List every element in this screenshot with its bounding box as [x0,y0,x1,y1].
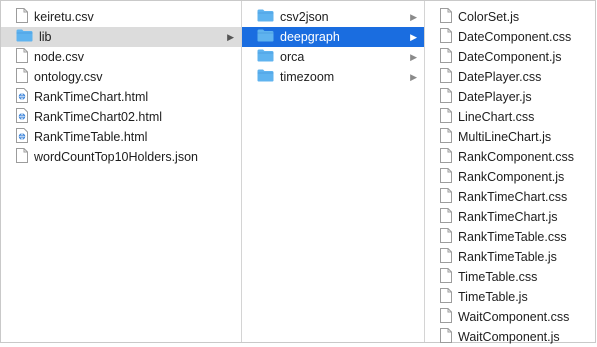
document-icon [16,148,28,166]
root-item[interactable]: RankTimeChart.html [1,87,241,107]
disclosure-arrow-icon: ▶ [410,32,417,42]
root-item[interactable]: wordCountTop10Holders.json [1,147,241,167]
item-label: deepgraph [280,30,340,44]
deepgraph-item[interactable]: RankTimeTable.css [425,227,597,247]
lib-item[interactable]: timezoom ▶ [242,67,424,87]
item-label: TimeTable.css [458,270,538,284]
column-root[interactable]: keiretu.csv lib ▶ node.csv ontology.csv RankT… [1,1,242,342]
deepgraph-item[interactable]: RankComponent.css [425,147,597,167]
item-label: RankComponent.css [458,150,575,164]
lib-item[interactable]: csv2json ▶ [242,7,424,27]
folder-icon [257,49,274,65]
item-label: csv2json [280,10,329,24]
disclosure-arrow-icon: ▶ [410,12,417,22]
item-label: orca [280,50,305,64]
root-item[interactable]: RankTimeChart02.html [1,107,241,127]
document-icon [440,328,452,346]
item-label: DatePlayer.js [458,90,532,104]
folder-icon [16,29,33,45]
document-icon [440,248,452,266]
document-icon [440,48,452,66]
document-icon [440,8,452,26]
deepgraph-item[interactable]: RankComponent.js [425,167,597,187]
item-label: RankTimeChart.js [458,210,558,224]
deepgraph-item[interactable]: ColorSet.js [425,7,597,27]
root-item[interactable]: keiretu.csv [1,7,241,27]
deepgraph-item[interactable]: DatePlayer.js [425,87,597,107]
lib-item[interactable]: orca ▶ [242,47,424,67]
item-label: lib [39,30,52,44]
lib-item[interactable]: deepgraph ▶ [242,27,424,47]
item-label: ontology.csv [34,70,103,84]
document-icon [440,168,452,186]
document-icon [440,228,452,246]
deepgraph-item[interactable]: TimeTable.css [425,267,597,287]
deepgraph-item[interactable]: MultiLineChart.js [425,127,597,147]
item-label: TimeTable.js [458,290,528,304]
deepgraph-item[interactable]: LineChart.css [425,107,597,127]
item-label: DatePlayer.css [458,70,542,84]
deepgraph-item[interactable]: RankTimeChart.js [425,207,597,227]
item-label: ColorSet.js [458,10,520,24]
document-icon [440,128,452,146]
document-icon [440,268,452,286]
deepgraph-item[interactable]: RankTimeTable.js [425,247,597,267]
document-icon [440,68,452,86]
item-label: RankTimeTable.js [458,250,557,264]
item-label: DateComponent.js [458,50,562,64]
finder-column-view: keiretu.csv lib ▶ node.csv ontology.csv RankT… [0,0,597,344]
item-label: wordCountTop10Holders.json [34,150,198,164]
deepgraph-item[interactable]: DateComponent.css [425,27,597,47]
document-icon [440,188,452,206]
item-label: RankTimeTable.css [458,230,567,244]
document-icon [440,148,452,166]
document-icon [16,8,28,26]
document-icon [440,208,452,226]
root-item[interactable]: lib ▶ [1,27,241,47]
item-label: MultiLineChart.js [458,130,552,144]
item-label: keiretu.csv [34,10,94,24]
document-icon [440,88,452,106]
deepgraph-item[interactable]: TimeTable.js [425,287,597,307]
document-icon [16,48,28,66]
root-item[interactable]: node.csv [1,47,241,67]
document-icon [440,308,452,326]
folder-icon [257,29,274,45]
document-icon [16,68,28,86]
deepgraph-item[interactable]: RankTimeChart.css [425,187,597,207]
disclosure-arrow-icon: ▶ [227,32,234,42]
folder-icon [257,69,274,85]
item-label: DateComponent.css [458,30,572,44]
disclosure-arrow-icon: ▶ [410,72,417,82]
item-label: RankTimeTable.html [34,130,148,144]
html-file-icon [16,108,28,126]
item-label: RankComponent.js [458,170,565,184]
column-lib[interactable]: csv2json ▶ deepgraph ▶ orca ▶ timezoom ▶ [242,1,425,342]
html-file-icon [16,88,28,106]
item-label: WaitComponent.css [458,310,570,324]
item-label: timezoom [280,70,335,84]
disclosure-arrow-icon: ▶ [410,52,417,62]
item-label: RankTimeChart.css [458,190,568,204]
root-item[interactable]: RankTimeTable.html [1,127,241,147]
deepgraph-item[interactable]: DateComponent.js [425,47,597,67]
item-label: RankTimeChart.html [34,90,149,104]
document-icon [440,108,452,126]
folder-icon [257,9,274,25]
document-icon [440,288,452,306]
item-label: RankTimeChart02.html [34,110,163,124]
document-icon [440,28,452,46]
deepgraph-item[interactable]: WaitComponent.css [425,307,597,327]
item-label: LineChart.css [458,110,535,124]
item-label: node.csv [34,50,85,64]
html-file-icon [16,128,28,146]
column-deepgraph[interactable]: ColorSet.js DateComponent.css DateComponen… [425,1,597,344]
item-label: WaitComponent.js [458,330,560,344]
root-item[interactable]: ontology.csv [1,67,241,87]
deepgraph-item[interactable]: DatePlayer.css [425,67,597,87]
deepgraph-item[interactable]: WaitComponent.js [425,327,597,347]
